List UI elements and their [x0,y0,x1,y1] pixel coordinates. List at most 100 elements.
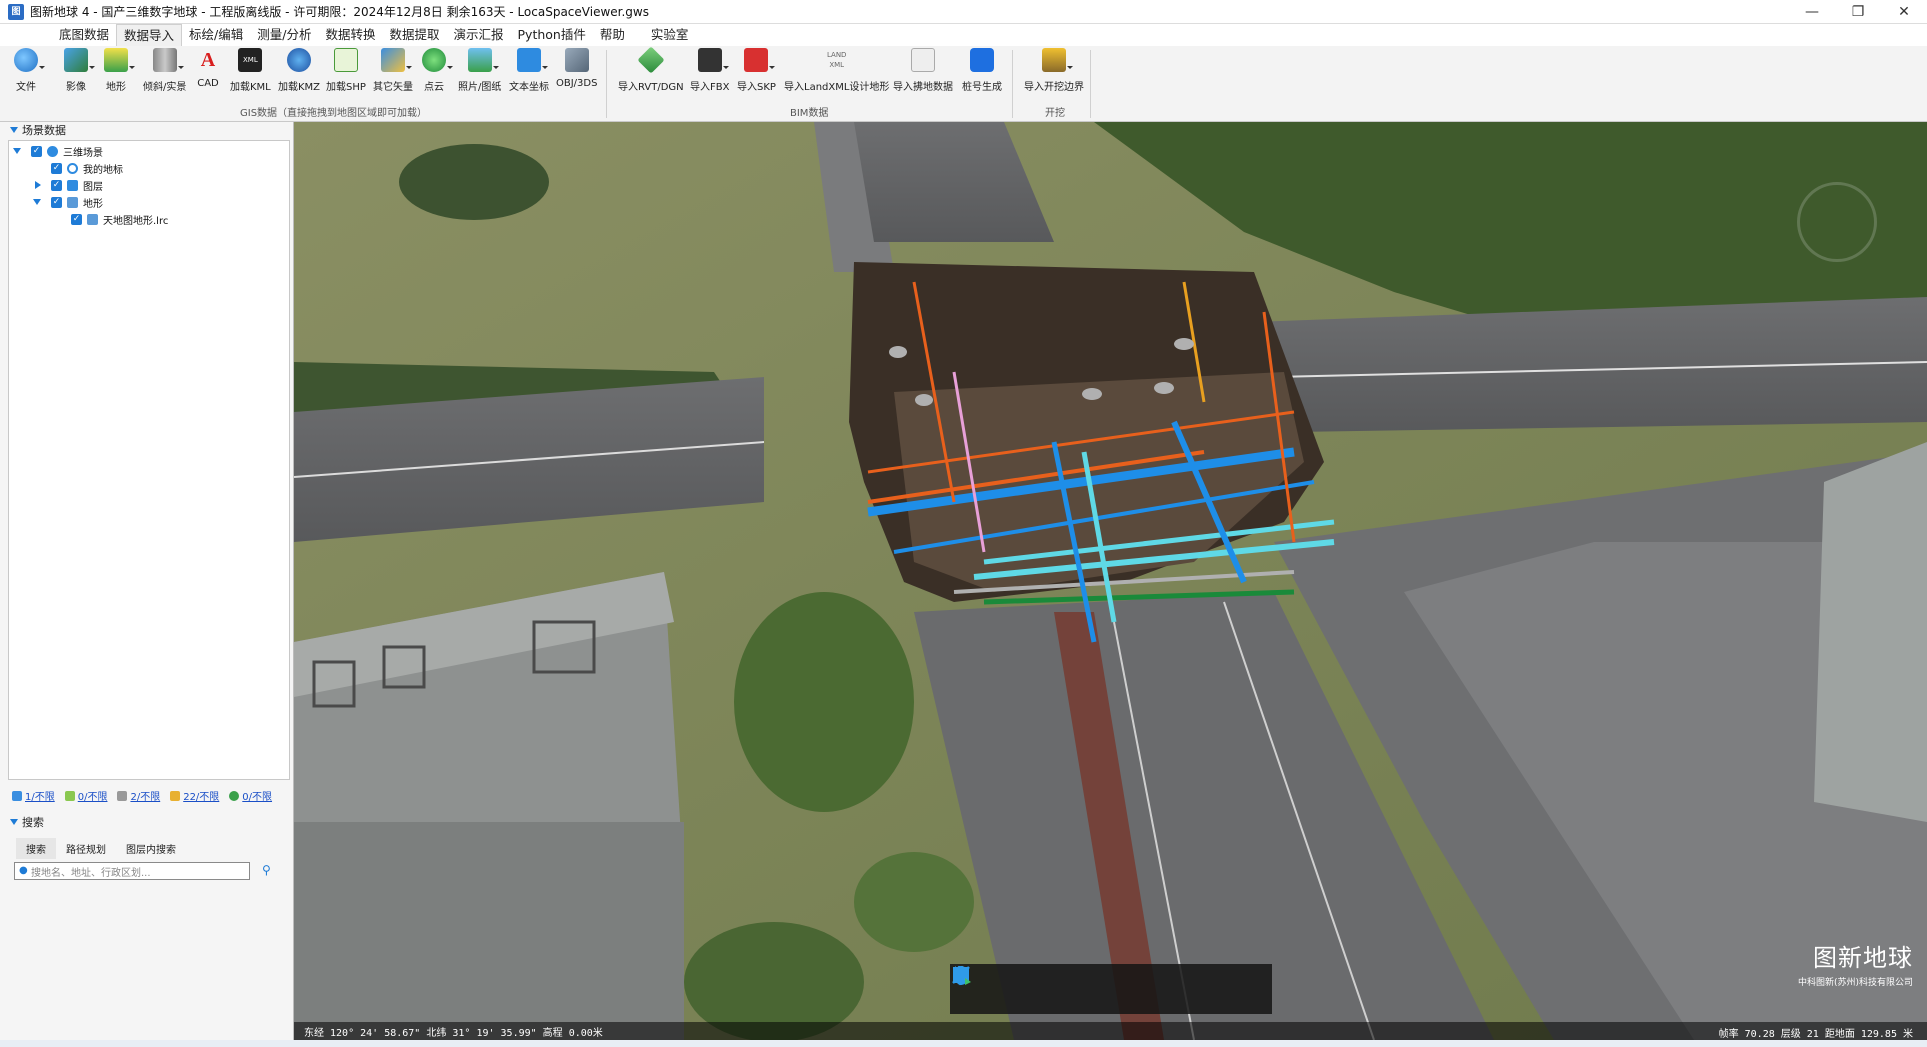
expand-icon[interactable] [33,199,41,205]
polygon-draw-icon[interactable] [953,967,1199,1002]
import-excavation-button[interactable]: 导入开挖边界 [1024,48,1084,93]
globe-app-icon: 图 [8,3,24,20]
import-terrain-button[interactable]: 地形 [104,48,135,93]
vector-icon [170,790,181,801]
search-header[interactable]: 搜索 [0,814,294,830]
gis-group-label: GIS数据（直接拖拽到地图区域即可加载） [240,108,428,119]
kmz-globe-icon [287,48,312,72]
bim-group-label: BIM数据 [790,108,829,119]
expand-icon[interactable] [13,148,21,154]
terrain-file-icon [87,213,98,225]
ribbon-divider [1012,50,1013,118]
search-section: 搜索 搜索 路径规划 图层内搜索 ● 搜地名、地址、行政区划... ⚲ [0,814,294,880]
import-landxml-button[interactable]: LAND XML 导入LandXML设计地形 [784,48,889,93]
brand-watermark: 图新地球 中科图新(苏州)科技有限公司 [1798,938,1913,988]
ribbon-divider [1090,50,1091,118]
import-skp-button[interactable]: 导入SKP [737,48,776,93]
map-toolbar [950,964,1272,1014]
file-button[interactable]: 文件 [14,48,45,93]
text-coords-icon [517,48,548,72]
kml-file-icon: XML [238,48,263,72]
stat-imagery[interactable]: 1/不限 [12,788,55,803]
globe-icon [47,145,58,157]
scene-tree: ✓ 三维场景 ✓ 我的地标 ✓ 图层 ✓ 地形 ✓ 天地图地形.lrc [8,140,290,780]
tree-item-terrain-file[interactable]: ✓ 天地图地形.lrc [71,211,168,227]
ribbon-divider [606,50,607,118]
tab-data-import[interactable]: 数据导入 [116,24,183,46]
tab-basemap[interactable]: 底图数据 [52,24,116,46]
vector-icon [381,48,412,72]
stat-vector[interactable]: 22/不限 [170,788,219,803]
stat-oblique[interactable]: 2/不限 [117,788,160,803]
scene-data-header[interactable]: 场景数据 [0,122,293,138]
hand-pan-icon[interactable] [953,965,998,1002]
tab-help[interactable]: 帮助 [593,24,632,46]
line-draw-icon[interactable] [952,966,1149,1002]
load-kml-button[interactable]: XML 加载KML [230,48,271,93]
coordinates-readout: 东经 120° 24' 58.67" 北纬 31° 19' 35.99" 高程 … [304,1027,603,1039]
load-shp-button[interactable]: 加载SHP [326,48,366,93]
oblique-building-icon [152,48,184,72]
excavation-icon [1042,48,1073,72]
tab-extract[interactable]: 数据提取 [382,24,446,46]
chart-analysis-icon[interactable] [953,968,1250,1002]
skp-icon [744,48,776,72]
photo-icon [467,48,499,72]
tab-layer-search[interactable]: 图层内搜索 [116,838,186,859]
point-cloud-button[interactable]: 点云 [422,48,453,93]
obj-3ds-button[interactable]: OBJ/3DS [556,48,597,89]
point-cloud-icon [229,790,240,801]
map-view[interactable]: 图新地球 中科图新(苏州)科技有限公司 东经 120° 24' 58.67" 北… [294,122,1927,1040]
tab-convert[interactable]: 数据转换 [318,24,382,46]
checkbox[interactable]: ✓ [31,145,42,157]
text-coords-button[interactable]: 文本坐标 [509,48,549,93]
stake-generate-button[interactable]: 桩号生成 [962,48,1002,93]
render-stats-readout: 帧率 70.28 层级 21 距地面 129.85 米 [1718,1029,1913,1040]
tab-lab[interactable]: 实验室 [644,24,696,46]
stat-point-cloud[interactable]: 0/不限 [229,788,272,803]
expand-icon[interactable] [35,181,41,189]
shp-file-icon [333,48,358,72]
menu-bar: 底图数据 数据导入 标绘/编辑 测量/分析 数据转换 数据提取 演示汇报 Pyt… [0,24,1927,46]
import-fbx-button[interactable]: 导入FBX [690,48,729,93]
tree-item-my-landmarks[interactable]: ✓ 我的地标 [51,160,123,176]
layers-icon [67,179,78,191]
compass-icon[interactable] [1797,182,1877,262]
load-kmz-button[interactable]: 加载KMZ [278,48,320,93]
tab-route-planning[interactable]: 路径规划 [56,838,116,859]
search-icon[interactable]: ⚲ [262,863,271,877]
window-title: 图新地球 4 - 国产三维数字地球 - 工程版离线版 - 许可期限：2024年1… [30,5,649,19]
checkbox[interactable]: ✓ [51,179,62,191]
pointer-select-icon[interactable] [955,966,1048,1002]
tree-item-3d-scene[interactable]: ✓ 三维场景 [13,143,103,159]
checkbox[interactable]: ✓ [71,213,82,225]
terrain-icon [67,196,78,208]
stake-icon [970,48,994,72]
tree-item-terrain[interactable]: ✓ 地形 [33,194,103,210]
tree-item-layers[interactable]: ✓ 图层 [35,177,103,193]
tab-python[interactable]: Python插件 [511,24,593,46]
brand-company: 中科图新(苏州)科技有限公司 [1797,978,1913,988]
tab-plot-edit[interactable]: 标绘/编辑 [182,24,250,46]
import-oblique-button[interactable]: 倾斜/实景 [143,48,186,93]
import-imagery-button[interactable]: 影像 [64,48,95,93]
stat-terrain[interactable]: 0/不限 [64,788,107,803]
cad-icon: A [200,49,216,71]
location-pin-icon[interactable] [954,966,1099,1002]
close-icon[interactable]: ✕ [1881,0,1927,24]
import-cad-button[interactable]: A CAD [196,48,220,89]
file-icon [14,48,45,72]
minimize-icon[interactable]: — [1789,0,1835,24]
other-vector-button[interactable]: 其它矢量 [373,48,413,93]
tab-measure[interactable]: 测量/分析 [250,24,318,46]
photo-drawing-button[interactable]: 照片/图纸 [458,48,501,93]
checkbox[interactable]: ✓ [51,162,62,174]
search-input[interactable]: ● 搜地名、地址、行政区划... [14,862,250,880]
checkbox[interactable]: ✓ [51,196,62,208]
restore-icon[interactable]: ❐ [1835,0,1881,24]
terrain-icon [64,790,75,801]
import-rvt-dgn-button[interactable]: 导入RVT/DGN [618,46,684,93]
tab-presentation[interactable]: 演示汇报 [447,24,511,46]
import-parcel-button[interactable]: 导入拂地数据 [893,48,953,93]
tab-search[interactable]: 搜索 [16,838,56,859]
